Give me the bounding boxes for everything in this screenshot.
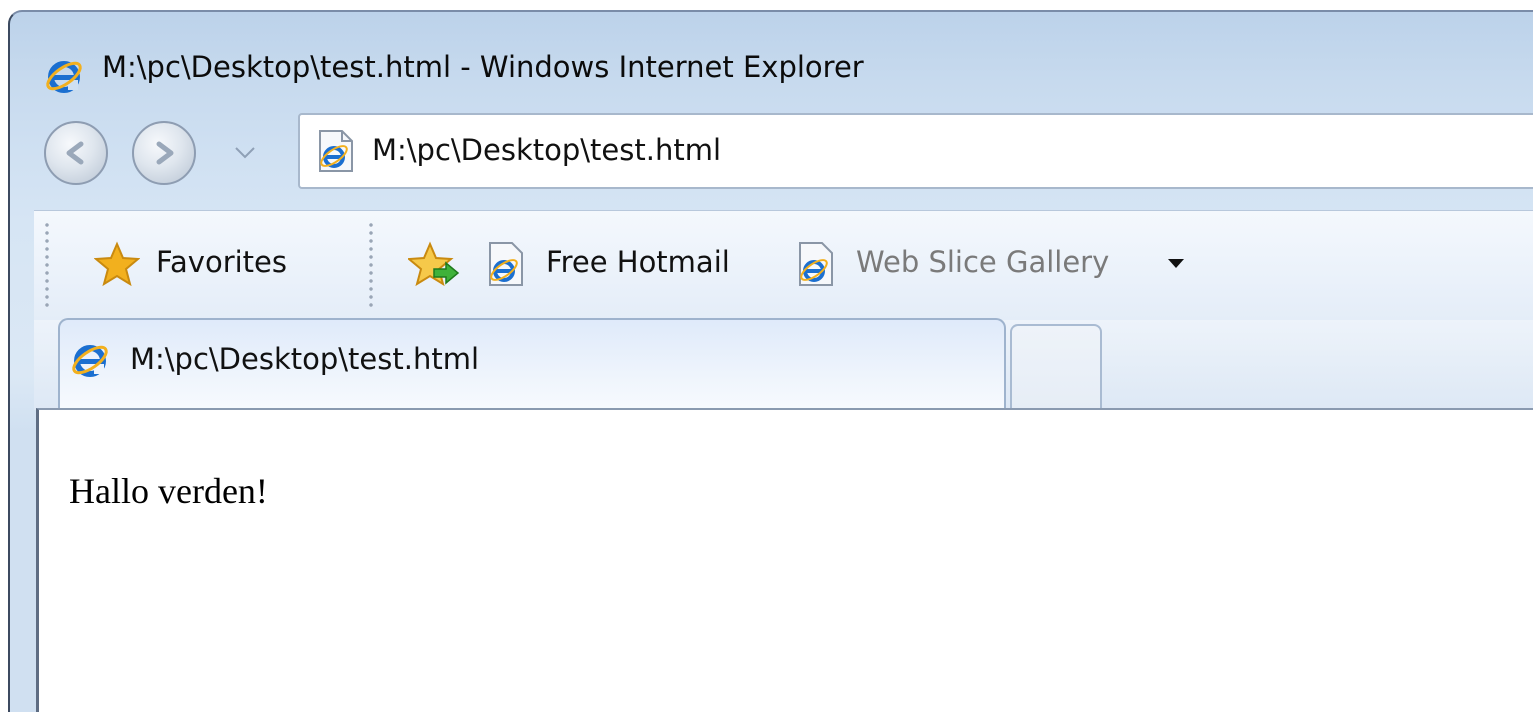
favorites-link-free-hotmail[interactable]: Free Hotmail bbox=[484, 241, 730, 293]
ie-logo-icon bbox=[70, 340, 110, 384]
new-tab-button[interactable] bbox=[1010, 324, 1102, 410]
title-bar: M:\pc\Desktop\test.html - Windows Intern… bbox=[10, 12, 1533, 112]
favorites-bar: Favorites Free Hotmail Web Slice Gallery bbox=[34, 210, 1533, 321]
ie-logo-icon bbox=[44, 56, 84, 96]
add-to-favorites-bar-button[interactable] bbox=[406, 241, 460, 293]
chevron-down-icon bbox=[234, 145, 256, 164]
ie-page-icon bbox=[314, 129, 356, 177]
ie-page-icon bbox=[484, 242, 526, 293]
toolbar-grip[interactable] bbox=[368, 221, 374, 311]
page-content: Hallo verden! bbox=[36, 408, 1533, 712]
tab-active[interactable]: M:\pc\Desktop\test.html bbox=[58, 318, 1006, 410]
navigation-row: M:\pc\Desktop\test.html bbox=[10, 107, 1533, 202]
ie-page-icon bbox=[794, 242, 836, 293]
page-text: Hallo verden! bbox=[69, 471, 268, 511]
link-label: Free Hotmail bbox=[546, 245, 730, 279]
tab-label: M:\pc\Desktop\test.html bbox=[130, 342, 480, 376]
favorites-link-web-slice-gallery[interactable]: Web Slice Gallery bbox=[794, 241, 1184, 293]
back-button[interactable] bbox=[44, 121, 108, 185]
add-favorite-icon bbox=[406, 241, 460, 293]
toolbar-grip[interactable] bbox=[44, 221, 50, 311]
link-label: Web Slice Gallery bbox=[856, 245, 1110, 279]
browser-window: M:\pc\Desktop\test.html - Windows Intern… bbox=[8, 10, 1533, 712]
recent-pages-dropdown[interactable] bbox=[234, 145, 256, 164]
tab-row: M:\pc\Desktop\test.html bbox=[34, 318, 1533, 410]
window-title: M:\pc\Desktop\test.html - Windows Intern… bbox=[102, 50, 864, 84]
chevron-down-icon[interactable] bbox=[1166, 255, 1186, 274]
forward-button[interactable] bbox=[132, 121, 196, 185]
address-bar[interactable]: M:\pc\Desktop\test.html bbox=[298, 113, 1533, 189]
favorites-label: Favorites bbox=[156, 245, 287, 279]
address-input[interactable]: M:\pc\Desktop\test.html bbox=[372, 133, 721, 167]
